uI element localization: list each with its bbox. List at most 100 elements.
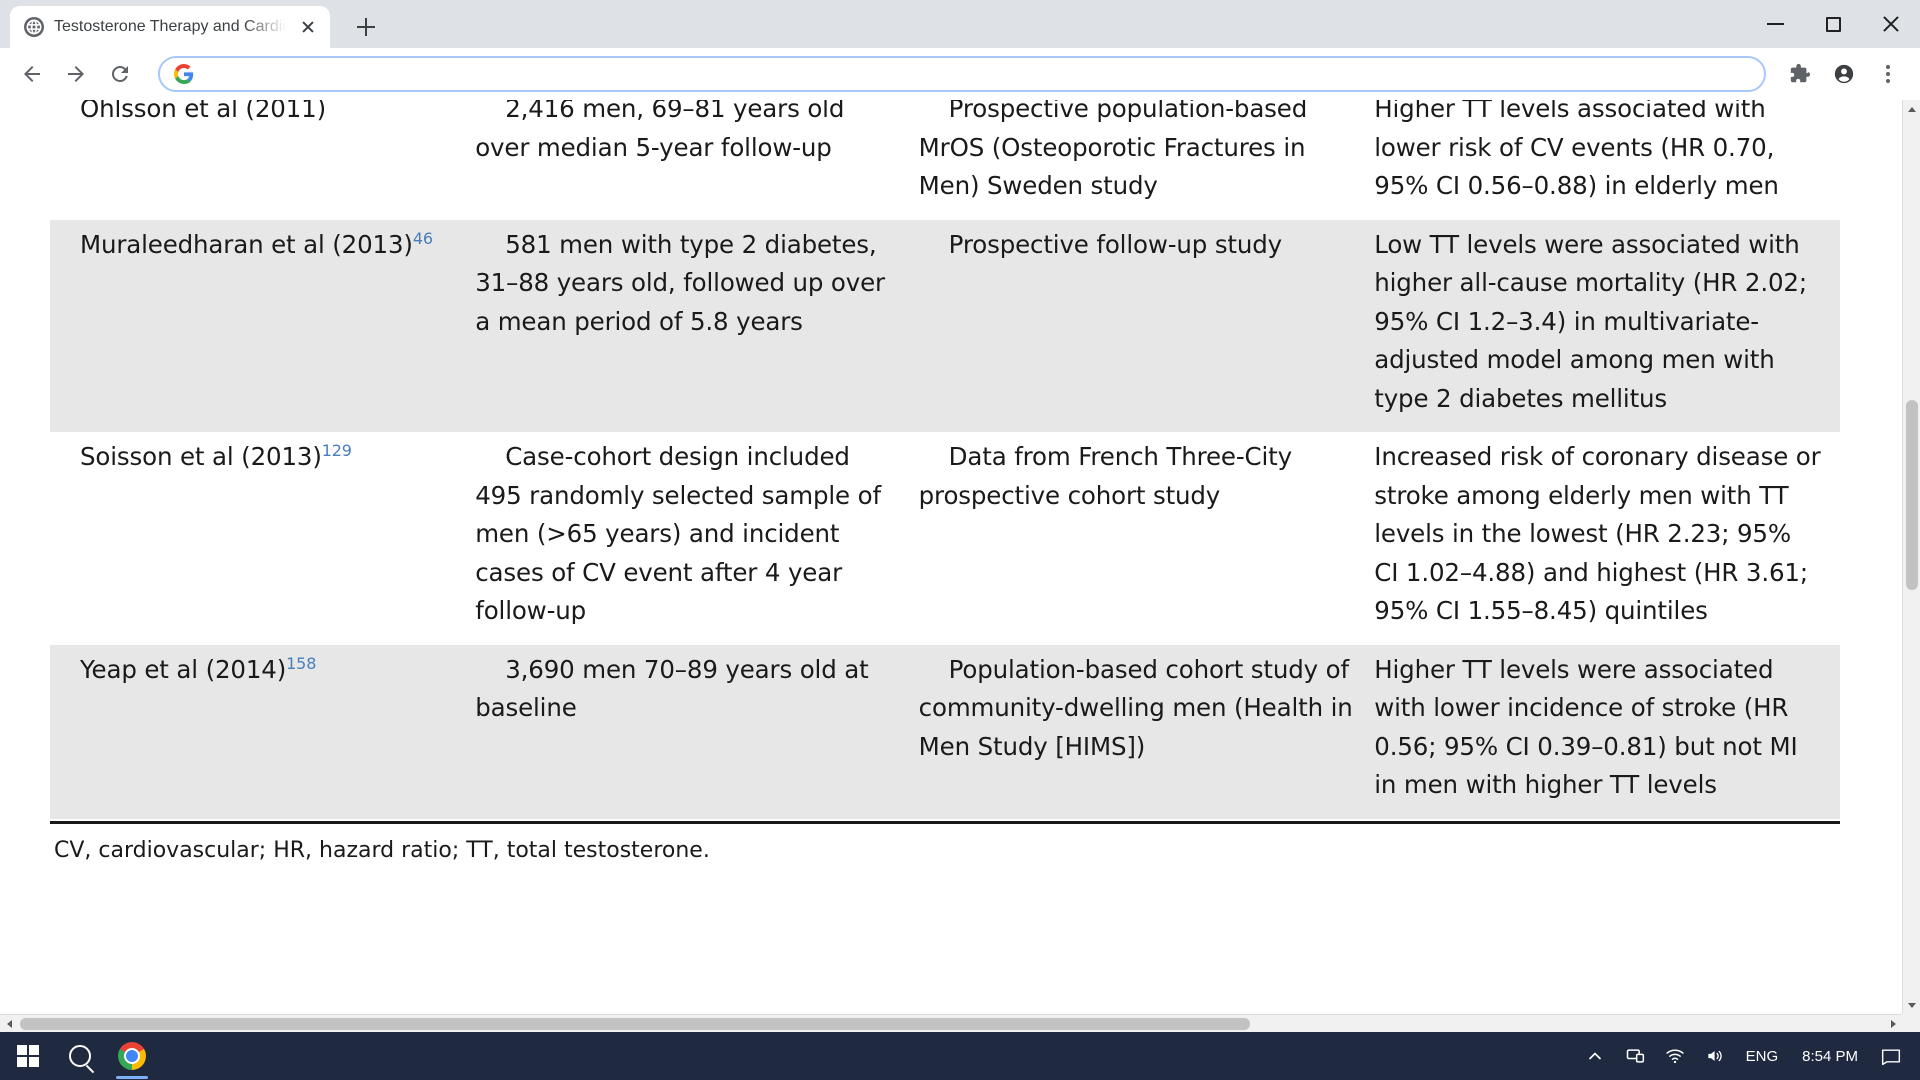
kebab-menu-icon: [1886, 65, 1890, 83]
study-name: Soisson et al (2013): [80, 442, 322, 471]
reload-button[interactable]: [100, 54, 140, 94]
cell-design: Prospective population-based MrOS (Osteo…: [918, 100, 1375, 220]
scroll-down-button[interactable]: [1903, 996, 1920, 1014]
scrollbar-corner: [1902, 1014, 1920, 1032]
vertical-scroll-thumb[interactable]: [1906, 400, 1918, 590]
account-circle-icon: [1834, 64, 1854, 84]
tray-network-button[interactable]: [1656, 1032, 1694, 1080]
findings-text: Higher TT levels associated with lower r…: [1374, 100, 1779, 200]
cell-findings: Higher TT levels were associated with lo…: [1374, 644, 1840, 819]
puzzle-piece-icon: [1790, 63, 1811, 83]
scroll-up-button[interactable]: [1903, 100, 1920, 118]
design-text: Data from French Three-City prospective …: [918, 442, 1292, 510]
cell-design: Population-based cohort study of communi…: [918, 644, 1375, 819]
taskbar-search-button[interactable]: [56, 1032, 104, 1080]
table-row: Muraleedharan et al (2013)46 581 men wit…: [50, 219, 1840, 432]
taskbar-left-group: [4, 1032, 156, 1080]
browser-window: Testosterone Therapy and Cardio Ohlsson …: [0, 0, 1920, 1080]
close-icon: [1881, 14, 1901, 34]
caret-right-icon: [1890, 1020, 1896, 1028]
vertical-scrollbar[interactable]: [1902, 100, 1920, 1014]
scroll-left-button[interactable]: [0, 1015, 18, 1032]
tab-close-icon[interactable]: [296, 15, 320, 39]
cell-study: Muraleedharan et al (2013)46: [50, 219, 476, 432]
windows-start-icon: [17, 1045, 39, 1067]
notification-icon: [1881, 1049, 1901, 1066]
study-reference[interactable]: 46: [413, 228, 433, 247]
profile-button[interactable]: [1824, 54, 1864, 94]
caret-left-icon: [6, 1020, 12, 1028]
cell-study: Yeap et al (2014)158: [50, 644, 476, 819]
display-icon: [1626, 1049, 1644, 1063]
new-tab-button[interactable]: [348, 9, 384, 45]
cell-study: Ohlsson et al (2011): [50, 100, 476, 220]
maximize-icon: [1825, 16, 1841, 32]
study-reference[interactable]: 129: [322, 441, 352, 460]
tab-title: Testosterone Therapy and Cardio: [54, 18, 286, 35]
table-row: Soisson et al (2013)129 Case-cohort desi…: [50, 432, 1840, 645]
start-button[interactable]: [4, 1032, 52, 1080]
tray-language-indicator[interactable]: ENG: [1736, 1048, 1789, 1065]
study-name: Ohlsson et al (2011): [80, 100, 326, 123]
browser-menu-button[interactable]: [1868, 54, 1908, 94]
google-g-icon: [174, 64, 194, 84]
cell-findings: Higher TT levels associated with lower r…: [1374, 100, 1840, 220]
tray-notifications-button[interactable]: [1872, 1032, 1910, 1080]
table-row: Ohlsson et al (2011) 2,416 men, 69–81 ye…: [50, 100, 1840, 220]
cell-design: Data from French Three-City prospective …: [918, 432, 1375, 645]
cell-study: Soisson et al (2013)129: [50, 432, 476, 645]
table-row: Yeap et al (2014)158 3,690 men 70–89 yea…: [50, 644, 1840, 819]
caret-up-icon: [1908, 106, 1916, 112]
population-text: 3,690 men 70–89 years old at baseline: [475, 654, 869, 723]
findings-text: Low TT levels were associated with highe…: [1374, 229, 1807, 413]
pdf-content: Ohlsson et al (2011) 2,416 men, 69–81 ye…: [50, 100, 1840, 863]
study-name: Muraleedharan et al (2013): [80, 229, 413, 259]
cell-design: Prospective follow-up study: [918, 219, 1375, 432]
tray-show-hidden-button[interactable]: [1576, 1032, 1614, 1080]
population-text: Case-cohort design included 495 randomly…: [475, 442, 881, 625]
caret-down-icon: [1908, 1002, 1916, 1008]
window-close-button[interactable]: [1862, 2, 1920, 46]
page-viewport: Ohlsson et al (2011) 2,416 men, 69–81 ye…: [0, 100, 1920, 1032]
browser-tab[interactable]: Testosterone Therapy and Cardio: [10, 6, 330, 48]
wifi-icon: [1665, 1049, 1684, 1064]
study-name: Yeap et al (2014): [80, 654, 287, 684]
findings-text: Increased risk of coronary disease or st…: [1374, 442, 1821, 625]
population-text: 581 men with type 2 diabetes, 31–88 year…: [475, 229, 885, 336]
search-icon: [69, 1045, 91, 1067]
forward-arrow-icon: [68, 66, 84, 82]
address-bar[interactable]: [158, 56, 1766, 92]
pdf-document-page: Ohlsson et al (2011) 2,416 men, 69–81 ye…: [0, 100, 1902, 1032]
design-text: Population-based cohort study of communi…: [918, 654, 1353, 761]
cell-population: 3,690 men 70–89 years old at baseline: [475, 644, 919, 819]
design-text: Prospective follow-up study: [948, 229, 1283, 259]
chevron-up-icon: [1588, 1052, 1601, 1060]
system-tray: ENG 8:54 PM: [1576, 1032, 1916, 1080]
design-text: Prospective population-based MrOS (Osteo…: [918, 100, 1308, 200]
extensions-button[interactable]: [1780, 54, 1820, 94]
cell-population: Case-cohort design included 495 randomly…: [475, 432, 919, 645]
minimize-button[interactable]: [1746, 2, 1804, 46]
study-summary-table: Ohlsson et al (2011) 2,416 men, 69–81 ye…: [50, 100, 1840, 819]
findings-text: Higher TT levels were associated with lo…: [1374, 654, 1798, 800]
chrome-icon: [118, 1042, 146, 1070]
taskbar-chrome-button[interactable]: [108, 1032, 156, 1080]
back-button[interactable]: [12, 54, 52, 94]
horizontal-scroll-thumb[interactable]: [20, 1018, 1250, 1030]
maximize-button[interactable]: [1804, 2, 1862, 46]
cell-findings: Increased risk of coronary disease or st…: [1374, 432, 1840, 645]
tab-strip: Testosterone Therapy and Cardio: [0, 0, 1920, 48]
tray-display-button[interactable]: [1616, 1032, 1654, 1080]
horizontal-scrollbar[interactable]: [0, 1014, 1902, 1032]
tray-volume-button[interactable]: [1696, 1032, 1734, 1080]
browser-toolbar: [0, 48, 1920, 100]
forward-button[interactable]: [56, 54, 96, 94]
minimize-icon: [1766, 23, 1784, 25]
scroll-right-button[interactable]: [1884, 1015, 1902, 1032]
windows-taskbar: ENG 8:54 PM: [0, 1032, 1920, 1080]
window-controls: [1746, 0, 1920, 48]
tray-clock[interactable]: 8:54 PM: [1790, 1048, 1870, 1065]
cell-population: 2,416 men, 69–81 years old over median 5…: [475, 100, 919, 220]
cell-population: 581 men with type 2 diabetes, 31–88 year…: [475, 219, 919, 432]
study-reference[interactable]: 158: [286, 653, 316, 672]
